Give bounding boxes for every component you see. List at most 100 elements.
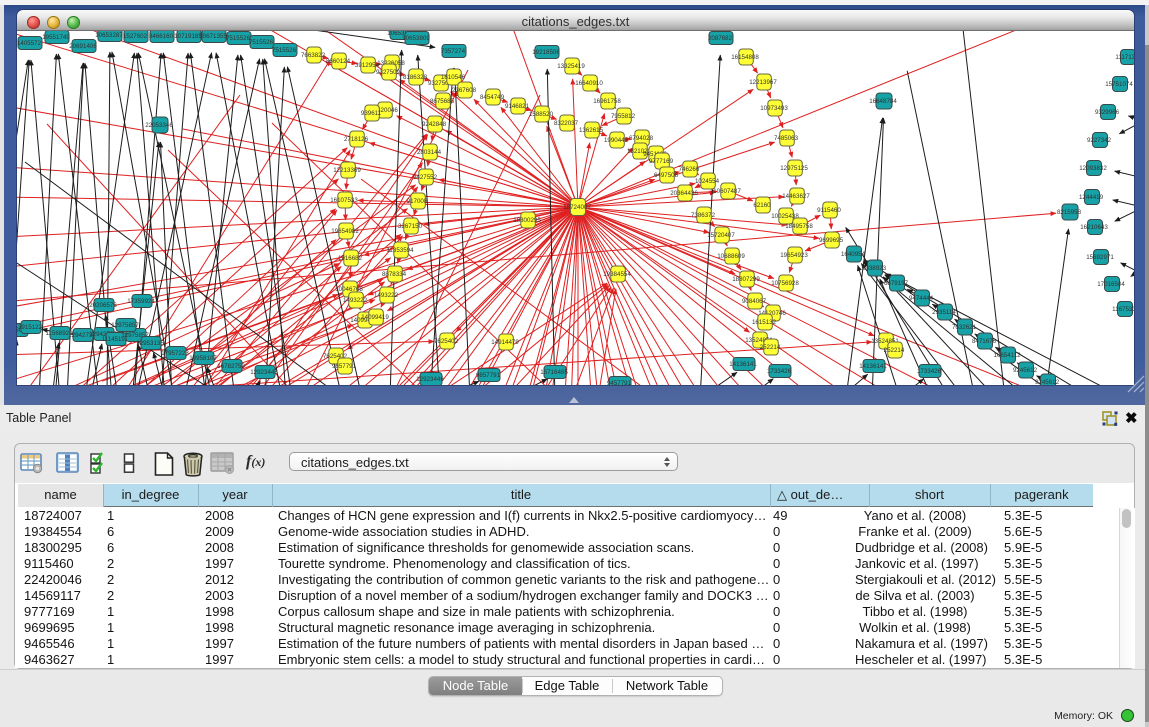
svg-text:1024554: 1024554: [695, 178, 720, 185]
svg-text:20206576: 20206576: [89, 302, 117, 309]
svg-text:16210643: 16210643: [1080, 224, 1108, 231]
svg-text:7485063: 7485063: [774, 135, 799, 142]
svg-text:2367608: 2367608: [452, 87, 477, 94]
svg-text:1244419: 1244419: [1079, 194, 1104, 201]
svg-text:7515526: 7515526: [249, 39, 274, 46]
svg-text:22053346: 22053346: [145, 122, 173, 129]
svg-text:19654982: 19654982: [331, 228, 359, 235]
svg-text:1733426: 1733426: [917, 368, 942, 375]
svg-text:15720407: 15720407: [707, 232, 735, 239]
svg-text:8660124: 8660124: [326, 58, 351, 65]
svg-text:2087682: 2087682: [708, 35, 733, 42]
svg-text:14914479: 14914479: [491, 339, 519, 346]
svg-text:10688609: 10688609: [717, 253, 745, 260]
svg-text:16640910: 16640910: [575, 80, 603, 87]
svg-text:9242848: 9242848: [422, 121, 447, 128]
svg-text:1362615: 1362615: [579, 127, 604, 134]
svg-text:20364436: 20364436: [670, 190, 698, 197]
svg-text:19551749: 19551749: [42, 34, 70, 41]
svg-text:9329966: 9329966: [1095, 109, 1120, 116]
svg-text:14463627: 14463627: [782, 193, 810, 200]
svg-text:12213369: 12213369: [333, 167, 361, 174]
svg-text:12923446: 12923446: [416, 376, 444, 383]
svg-text:16782759: 16782759: [217, 363, 245, 370]
svg-text:8454749: 8454749: [480, 94, 505, 101]
svg-text:10653287: 10653287: [95, 32, 123, 39]
svg-text:7955812: 7955812: [611, 113, 636, 120]
svg-text:10719185: 10719185: [174, 33, 202, 40]
svg-text:3915122: 3915122: [18, 324, 43, 331]
svg-text:1117132: 1117132: [1115, 54, 1134, 61]
svg-text:746266: 746266: [679, 166, 700, 173]
svg-text:18300295: 18300295: [513, 217, 541, 224]
svg-text:19218506: 19218506: [532, 49, 560, 56]
svg-text:10973493: 10973493: [760, 105, 788, 112]
svg-text:9146821: 9146821: [505, 103, 530, 110]
svg-text:939611: 939611: [361, 110, 382, 117]
svg-text:3912954: 3912954: [355, 62, 380, 69]
svg-text:9474444: 9474444: [909, 295, 934, 302]
svg-text:9084067: 9084067: [742, 298, 767, 305]
svg-text:10671355: 10671355: [199, 33, 227, 40]
svg-text:10653809: 10653809: [402, 35, 430, 42]
svg-text:18724007: 18724007: [563, 204, 591, 211]
svg-text:8322037: 8322037: [554, 120, 579, 127]
svg-text:17016504: 17016504: [1097, 281, 1125, 288]
svg-text:16961758: 16961758: [593, 98, 621, 105]
svg-text:19654923: 19654923: [780, 252, 808, 259]
svg-text:10654112: 10654112: [993, 352, 1021, 359]
svg-text:13325419: 13325419: [557, 63, 585, 70]
svg-text:3267150: 3267150: [398, 223, 423, 230]
svg-text:9327509: 9327509: [376, 69, 401, 76]
svg-text:1493222: 1493222: [374, 292, 399, 299]
svg-text:16107533: 16107533: [330, 197, 358, 204]
svg-text:7632621: 7632621: [952, 324, 977, 331]
svg-text:12975857: 12975857: [111, 322, 139, 329]
svg-text:8675685: 8675685: [430, 98, 455, 105]
svg-text:9227342: 9227342: [1087, 137, 1112, 144]
svg-text:6497508: 6497508: [654, 172, 679, 179]
svg-text:11353594: 11353594: [386, 247, 414, 254]
svg-text:14099419: 14099419: [361, 314, 389, 321]
svg-text:8471676: 8471676: [972, 338, 997, 345]
svg-text:14136141: 14136141: [729, 361, 757, 368]
svg-text:9457791: 9457791: [607, 380, 632, 385]
svg-text:12093832: 12093832: [1079, 165, 1107, 172]
svg-text:17359924: 17359924: [127, 298, 155, 305]
svg-text:7386372: 7386372: [691, 212, 716, 219]
svg-text:14136141: 14136141: [859, 363, 887, 370]
svg-text:1405572: 1405572: [17, 40, 42, 47]
svg-text:12213967: 12213967: [749, 79, 777, 86]
svg-text:7515526: 7515526: [226, 35, 251, 42]
svg-text:8878334: 8878334: [382, 271, 407, 278]
svg-text:1733426: 1733426: [767, 368, 792, 375]
svg-text:7515526: 7515526: [272, 47, 297, 54]
svg-text:6879197: 6879197: [884, 280, 909, 287]
svg-text:12953135: 12953135: [136, 340, 164, 347]
svg-text:8215958: 8215958: [1057, 209, 1082, 216]
svg-text:19384554: 19384554: [603, 271, 631, 278]
svg-text:252214: 252214: [760, 344, 781, 351]
svg-text:1493222: 1493222: [343, 297, 368, 304]
svg-text:15716485: 15716485: [540, 369, 568, 376]
svg-text:7663822: 7663822: [301, 52, 326, 59]
svg-text:6794028: 6794028: [629, 135, 654, 142]
svg-text:1615132: 1615132: [752, 319, 777, 326]
svg-text:7625402: 7625402: [434, 338, 459, 345]
svg-text:9427552: 9427552: [413, 174, 438, 181]
svg-text:1527602: 1527602: [123, 33, 148, 40]
svg-text:10958107: 10958107: [189, 355, 217, 362]
svg-text:16154808: 16154808: [731, 54, 759, 61]
svg-text:1640954: 1640954: [841, 251, 866, 258]
svg-text:18807299: 18807299: [732, 276, 760, 283]
svg-text:1167533: 1167533: [1112, 306, 1134, 313]
svg-text:62160: 62160: [753, 202, 771, 209]
svg-text:1610546: 1610546: [441, 74, 466, 81]
svg-text:7357274: 7357274: [441, 48, 466, 55]
svg-text:1990448: 1990448: [604, 137, 629, 144]
svg-text:8938923: 8938923: [862, 265, 887, 272]
svg-text:18495758: 18495758: [785, 223, 813, 230]
svg-text:12975125: 12975125: [780, 165, 808, 172]
svg-text:2935114: 2935114: [932, 309, 956, 316]
svg-text:2718126: 2718126: [344, 136, 369, 143]
